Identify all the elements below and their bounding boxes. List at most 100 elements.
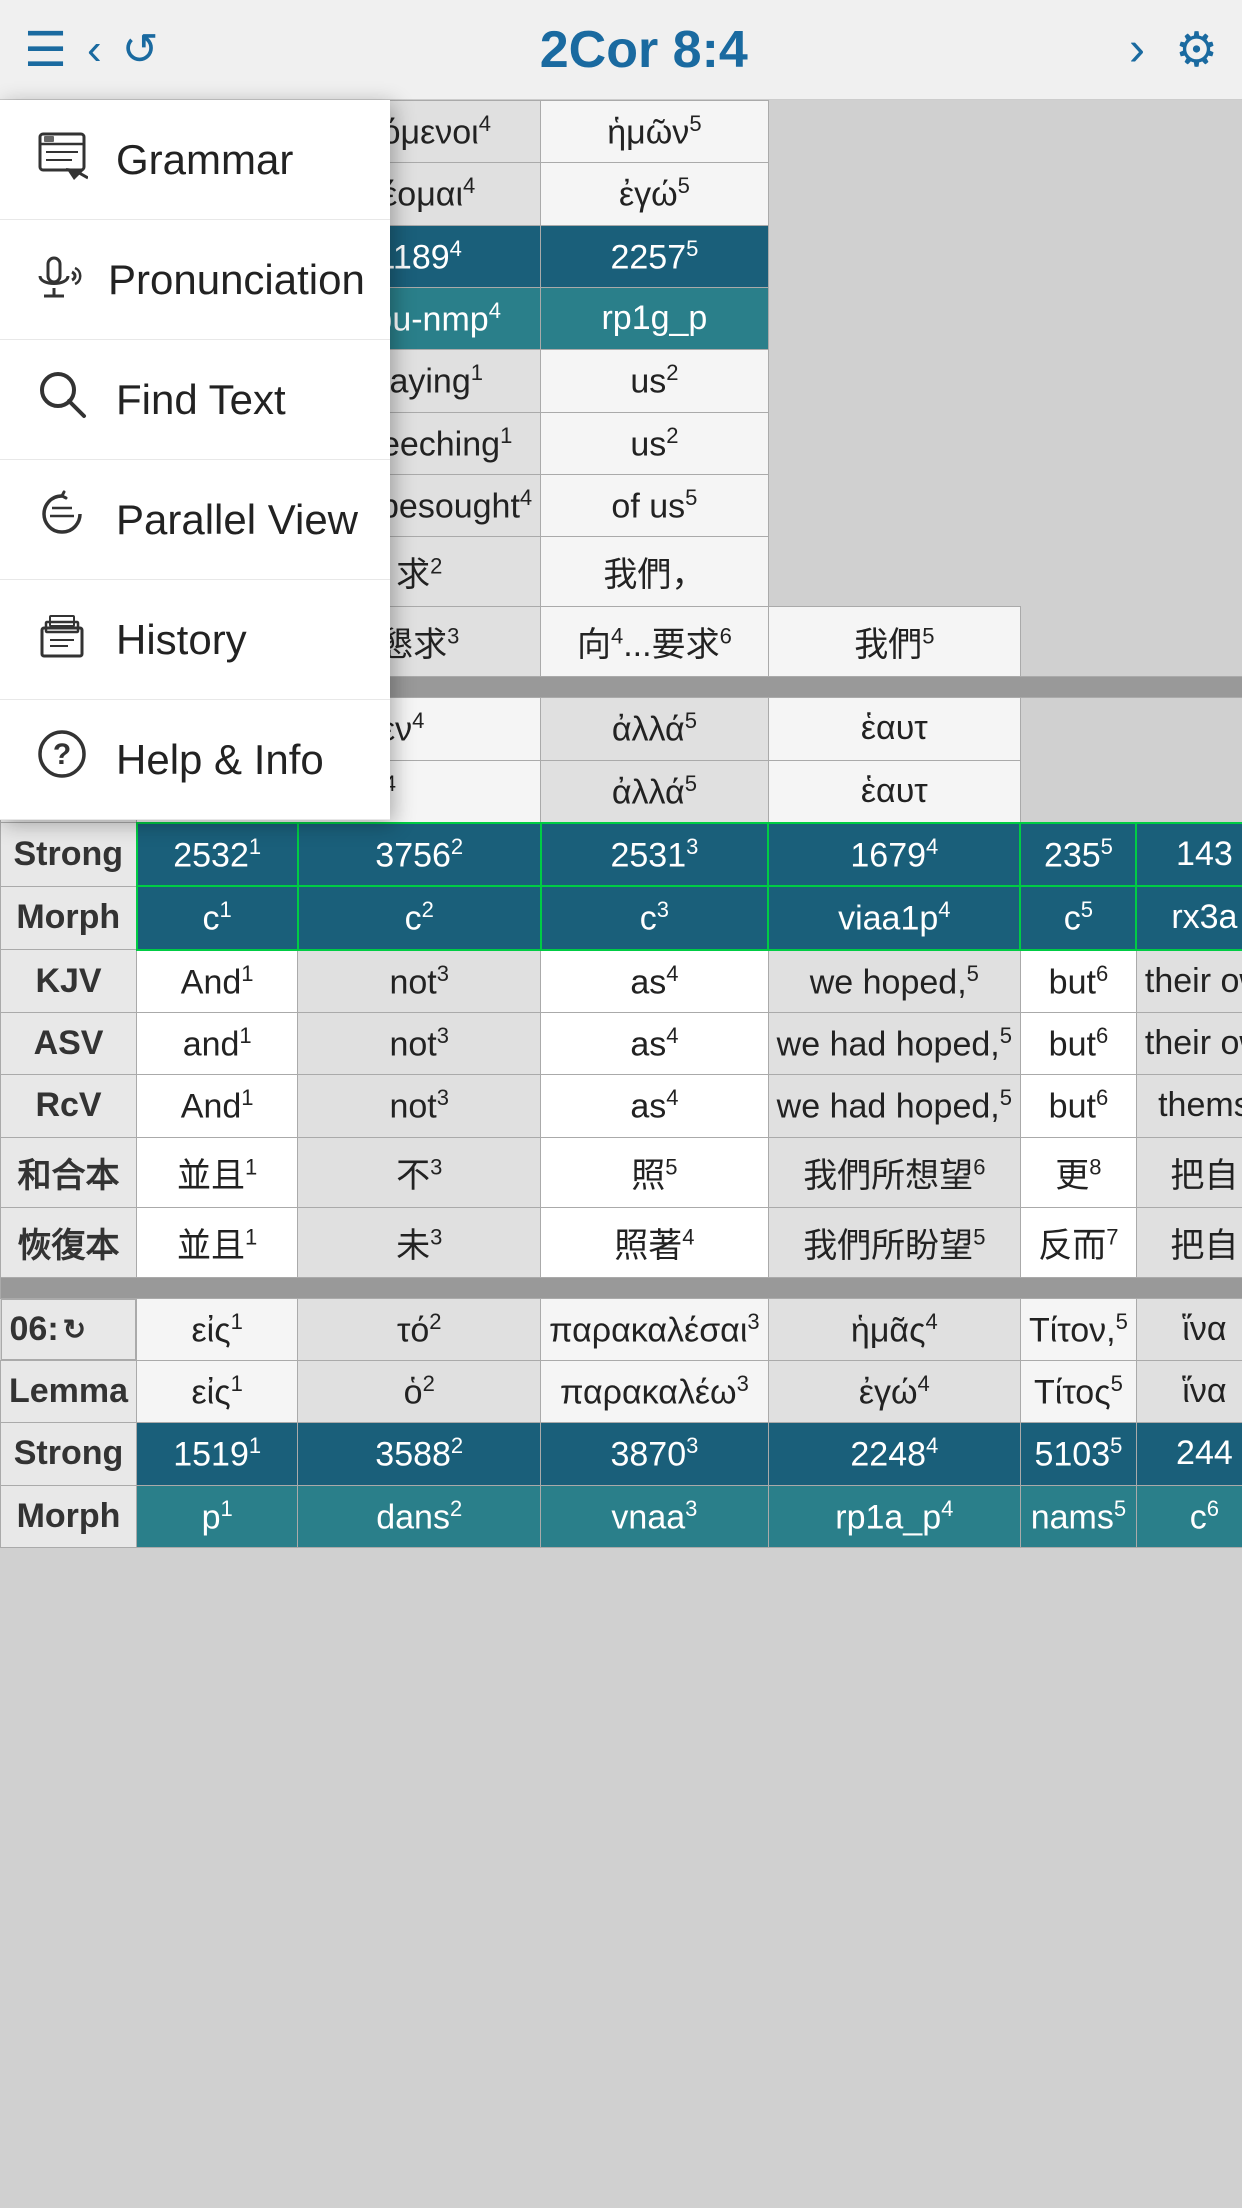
menu-icon[interactable]: ☰ — [24, 22, 67, 78]
cell-hezu05-3[interactable]: 照5 — [541, 1137, 768, 1207]
cell-m-morph3[interactable]: rp1g_p — [541, 287, 768, 349]
cell-hezu05-6[interactable]: 把自 — [1136, 1137, 1242, 1207]
cell-kjv1-word3[interactable]: us2 — [541, 350, 768, 412]
cell-lemma06-1[interactable]: εἰς1 — [137, 1360, 298, 1422]
cell-hezu05-5[interactable]: 更8 — [1020, 1137, 1136, 1207]
cell-strong05-num4[interactable]: 16794 — [768, 823, 1020, 886]
cell-lemma06-3[interactable]: παρακαλέω3 — [541, 1360, 768, 1422]
cell-lemma06-5[interactable]: Τίτος5 — [1020, 1360, 1136, 1422]
cell-morph06-6[interactable]: c6 — [1136, 1485, 1242, 1547]
cell-morph05-4[interactable]: viaa1p4 — [768, 886, 1020, 949]
cell-morph06-1[interactable]: p1 — [137, 1485, 298, 1547]
cell-kjv05-5[interactable]: but6 — [1020, 950, 1136, 1013]
cell-asv05-1[interactable]: and1 — [137, 1012, 298, 1074]
cell-asv05-5[interactable]: but6 — [1020, 1012, 1136, 1074]
cell-le-word3[interactable]: ἐγώ5 — [541, 163, 768, 225]
cell-morph05-5[interactable]: c5 — [1020, 886, 1136, 949]
menu-item-find-text[interactable]: Find Text — [0, 340, 390, 460]
menu-item-parallel-view[interactable]: Parallel View — [0, 460, 390, 580]
table-row: 恢復本 並且1 未3 照著4 我們所盼望5 反而7 把自 — [1, 1207, 1242, 1277]
cell-strong05-num5[interactable]: 2355 — [1020, 823, 1136, 886]
cell-hfben05-2[interactable]: 未3 — [298, 1207, 541, 1277]
cell-le05-word3[interactable]: ἑαυτ — [768, 760, 1020, 823]
next-chapter-button[interactable]: › — [1129, 22, 1145, 77]
cell-strong06-4[interactable]: 22484 — [768, 1423, 1020, 1485]
cell-asv05-4[interactable]: we had hoped,5 — [768, 1012, 1020, 1074]
menu-item-help-info[interactable]: ? Help & Info — [0, 700, 390, 820]
cell-morph05-2[interactable]: c2 — [298, 886, 541, 949]
cell-kjv05-2[interactable]: not3 — [298, 950, 541, 1013]
cell-rcv05-1[interactable]: And1 — [137, 1075, 298, 1137]
undo-button[interactable]: ↺ — [122, 24, 159, 75]
cell-morph05-3[interactable]: c3 — [541, 886, 768, 949]
cell-morph06-3[interactable]: vnaa3 — [541, 1485, 768, 1547]
cell-05-word2[interactable]: ἀλλά5 — [541, 698, 768, 760]
cell-asv1-word3[interactable]: us2 — [541, 412, 768, 474]
cell-strong05-num6[interactable]: 143 — [1136, 823, 1242, 886]
cell-morph06-4[interactable]: rp1a_p4 — [768, 1485, 1020, 1547]
cell-hfben05-3[interactable]: 照著4 — [541, 1207, 768, 1277]
cell-hezu05-2[interactable]: 不3 — [298, 1137, 541, 1207]
cell-strong05-num3[interactable]: 25313 — [541, 823, 768, 886]
cell-morph05-6[interactable]: rx3a — [1136, 886, 1242, 949]
cell-kjv05-6[interactable]: their ow — [1136, 950, 1242, 1013]
cell-strong06-1[interactable]: 15191 — [137, 1423, 298, 1485]
cell-kjv05-4[interactable]: we hoped,5 — [768, 950, 1020, 1013]
refresh-icon[interactable]: ↻ — [63, 1313, 86, 1346]
menu-item-pronunciation[interactable]: Pronunciation — [0, 220, 390, 340]
cell-kjv05-label: KJV — [1, 950, 137, 1013]
cell-kjv05-1[interactable]: And1 — [137, 950, 298, 1013]
cell-hezu05-1[interactable]: 並且1 — [137, 1137, 298, 1207]
cell-rcv05-5[interactable]: but6 — [1020, 1075, 1136, 1137]
menu-item-history[interactable]: History — [0, 580, 390, 700]
cell-morph06-2[interactable]: dans2 — [298, 1485, 541, 1547]
cell-06-word4[interactable]: ἡμᾶς4 — [768, 1298, 1020, 1360]
cell-06-word1[interactable]: εἰς1 — [137, 1298, 298, 1360]
cell-05-word3[interactable]: ἑαυτ — [768, 698, 1020, 760]
cell-hezu05-4[interactable]: 我們所想望6 — [768, 1137, 1020, 1207]
history-label: History — [116, 616, 247, 664]
cell-morph06-5[interactable]: nams5 — [1020, 1485, 1136, 1547]
cell-asv05-6[interactable]: their ow — [1136, 1012, 1242, 1074]
cell-asv05-2[interactable]: not3 — [298, 1012, 541, 1074]
cell-zh2-word3[interactable]: 向4...要求6 — [541, 607, 768, 677]
svg-text:?: ? — [53, 738, 71, 771]
cell-hfben05-4[interactable]: 我們所盼望5 — [768, 1207, 1020, 1277]
cell-lemma06-6[interactable]: ἵνα — [1136, 1360, 1242, 1422]
back-button[interactable]: ‹ — [87, 25, 102, 75]
cell-strong05-num2[interactable]: 37562 — [298, 823, 541, 886]
settings-button[interactable]: ⚙ — [1175, 22, 1218, 78]
cell-rcv05-4[interactable]: we had hoped,5 — [768, 1075, 1020, 1137]
cell-06-word6[interactable]: ἵνα — [1136, 1298, 1242, 1360]
menu-item-grammar[interactable]: Grammar — [0, 100, 390, 220]
cell-strong06-2[interactable]: 35882 — [298, 1423, 541, 1485]
find-text-icon — [32, 368, 92, 431]
cell-06-word5[interactable]: Τίτον,5 — [1020, 1298, 1136, 1360]
cell-06-word3[interactable]: παρακαλέσαι3 — [541, 1298, 768, 1360]
cell-rcv1-word3[interactable]: of us5 — [541, 474, 768, 536]
cell-rcv05-6[interactable]: thems — [1136, 1075, 1242, 1137]
table-row: Strong 15191 35882 38703 22484 51035 244 — [1, 1423, 1242, 1485]
cell-strong06-label: Strong — [1, 1423, 137, 1485]
cell-asv05-3[interactable]: as4 — [541, 1012, 768, 1074]
cell-strong06-3[interactable]: 38703 — [541, 1423, 768, 1485]
cell-rcv05-3[interactable]: as4 — [541, 1075, 768, 1137]
cell-rcv05-2[interactable]: not3 — [298, 1075, 541, 1137]
cell-zh1-word3[interactable]: 我們， — [541, 537, 768, 607]
cell-06-word2[interactable]: τό2 — [298, 1298, 541, 1360]
cell-le05-word2[interactable]: ἀλλά5 — [541, 760, 768, 823]
cell-hfben05-6[interactable]: 把自 — [1136, 1207, 1242, 1277]
cell-hfben05-5[interactable]: 反而7 — [1020, 1207, 1136, 1277]
cell-kjv05-3[interactable]: as4 — [541, 950, 768, 1013]
cell-zh2-word4[interactable]: 我們5 — [768, 607, 1020, 677]
cell-lemma06-2[interactable]: ὁ2 — [298, 1360, 541, 1422]
cell-st-num3[interactable]: 22575 — [541, 225, 768, 287]
cell-strong06-6[interactable]: 244 — [1136, 1423, 1242, 1485]
cell-lemma06-4[interactable]: ἐγώ4 — [768, 1360, 1020, 1422]
cell-strong05-num1[interactable]: 25321 — [137, 823, 298, 886]
history-icon — [32, 608, 92, 671]
cell-morph05-1[interactable]: c1 — [137, 886, 298, 949]
cell-hfben05-1[interactable]: 並且1 — [137, 1207, 298, 1277]
cell-04-word3[interactable]: ἡμῶν5 — [541, 101, 768, 163]
cell-strong06-5[interactable]: 51035 — [1020, 1423, 1136, 1485]
